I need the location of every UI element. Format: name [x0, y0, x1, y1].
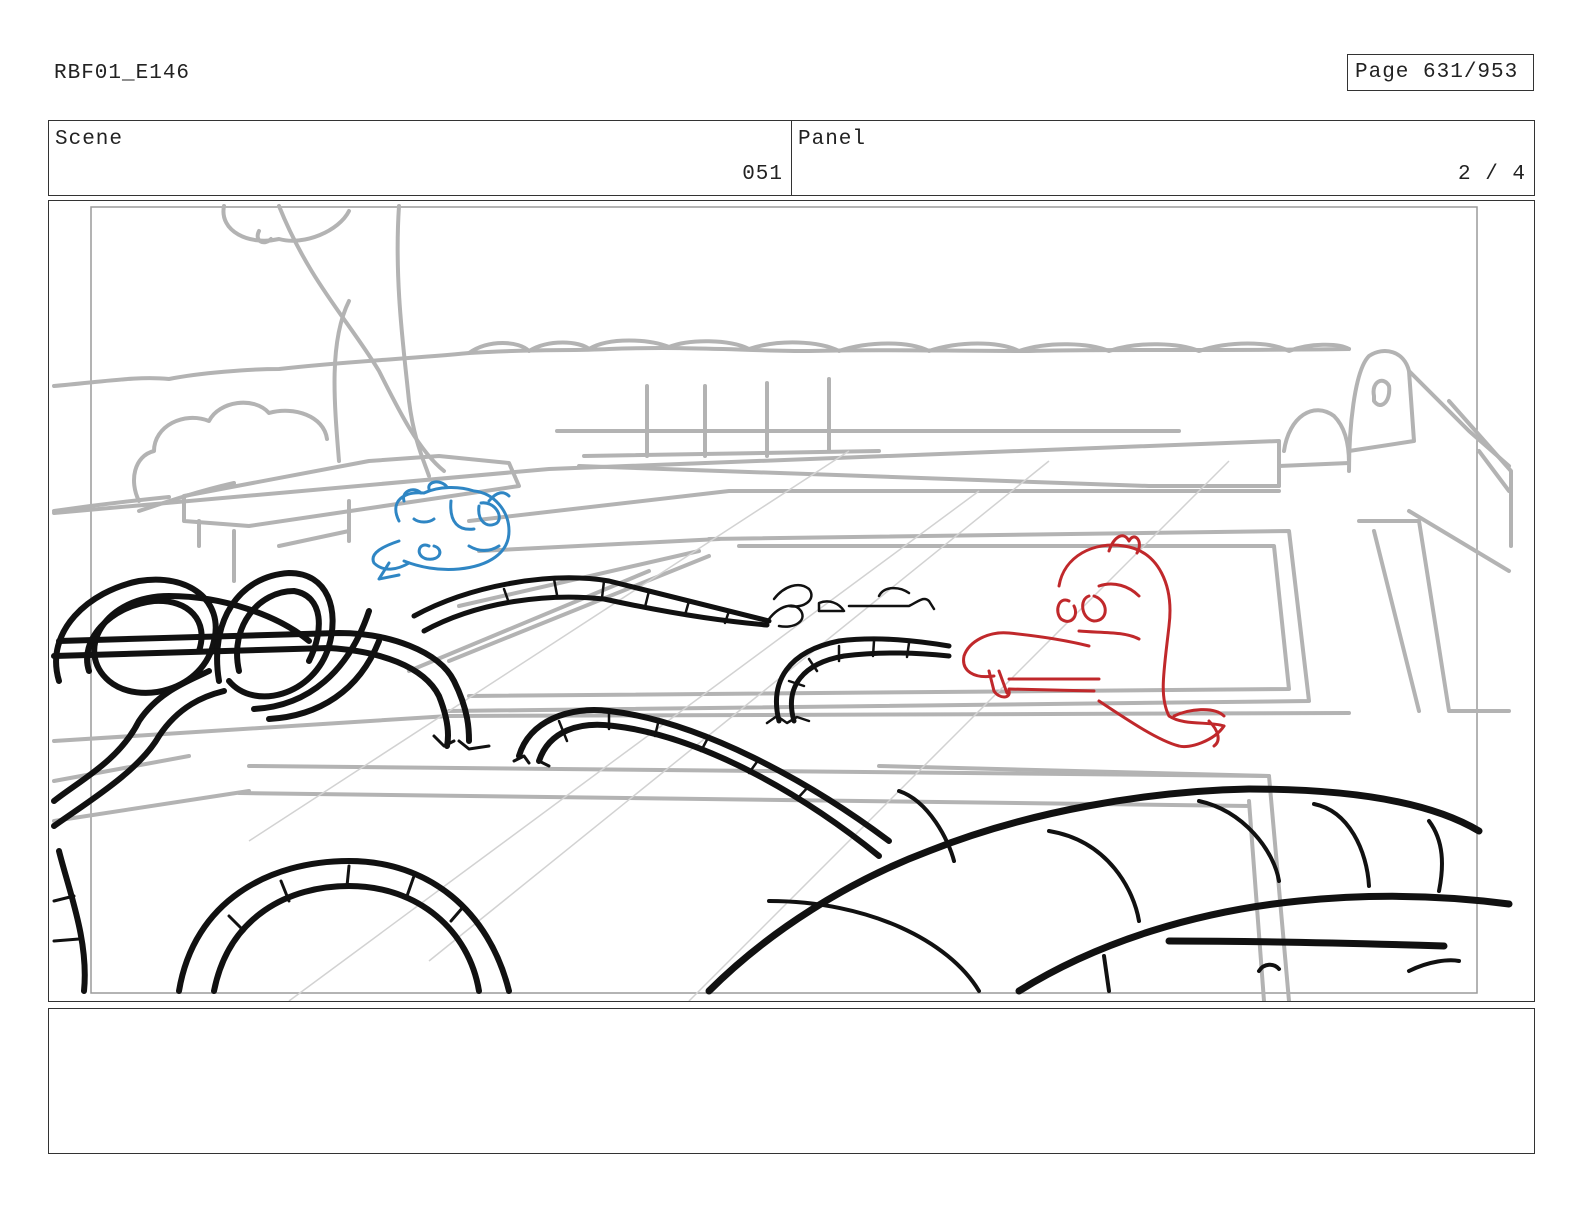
document-id: RBF01_E146 — [54, 62, 191, 85]
page-counter: Page 631/953 — [1347, 54, 1534, 91]
tentacles — [51, 570, 1513, 995]
scene-cell: Scene 051 — [49, 121, 791, 195]
scene-number: 051 — [742, 163, 783, 186]
panel-number: 2 / 4 — [1457, 163, 1526, 186]
scene-panel-header: Scene 051 Panel 2 / 4 — [48, 120, 1535, 196]
panel-label: Panel — [798, 128, 867, 151]
safe-area-guide — [90, 206, 1478, 994]
storyboard-frame — [48, 200, 1535, 1002]
scene-label: Scene — [55, 128, 124, 151]
storyboard-sketch — [51, 204, 1513, 1001]
panel-cell: Panel 2 / 4 — [791, 121, 1534, 195]
notes-box — [48, 1008, 1535, 1154]
background-sketch — [52, 204, 1513, 1001]
